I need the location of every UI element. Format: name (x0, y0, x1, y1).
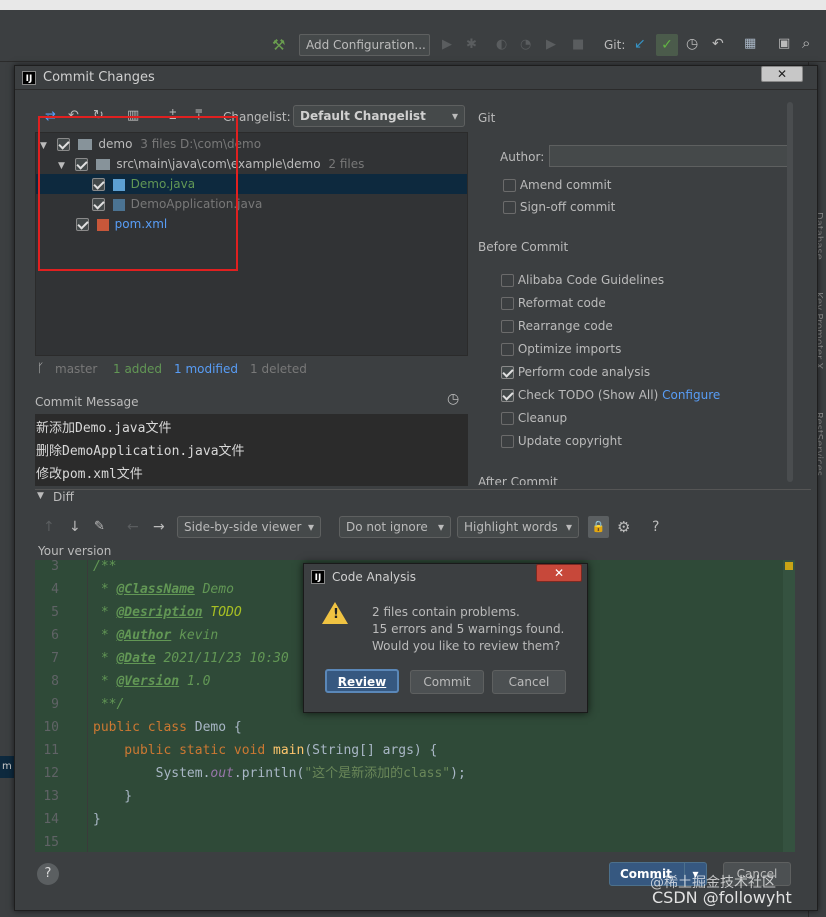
build-icon[interactable]: ⚒ (272, 36, 285, 54)
diff-collapse-icon[interactable]: ▼ (37, 491, 44, 501)
popup-message: 2 files contain problems. 15 errors and … (372, 605, 565, 653)
intellij-logo-icon: IJ (311, 570, 325, 584)
after-commit-title: After Commit (478, 475, 558, 485)
check-todo-option[interactable]: Check TODO (Show All) Configure (501, 385, 720, 408)
after-commit-clip: After Commit (478, 475, 808, 485)
reformat-checkbox[interactable] (501, 297, 514, 310)
sign-off-option[interactable]: Sign-off commit (503, 197, 615, 220)
commit-changes-dialog: IJ Commit Changes ✕ ⇄ ↶ ↻ ▥ ⩲ ⩱ Changeli… (14, 65, 818, 911)
git-update-icon[interactable]: ↙ (634, 36, 646, 52)
before-commit-title: Before Commit (478, 240, 569, 254)
message-history-icon[interactable]: ◷ (447, 391, 459, 407)
annotation-highlight-box (38, 116, 238, 271)
branch-name: master (55, 362, 98, 376)
editor-scrollbar[interactable] (783, 560, 795, 852)
inspection-marker[interactable] (785, 562, 793, 570)
attach-icon[interactable]: ▶ (546, 37, 556, 52)
code-analysis-dialog: IJ Code Analysis ✕ ! 2 files contain pro… (303, 563, 588, 713)
diff-title: Diff (53, 490, 74, 504)
configure-link[interactable]: Configure (662, 388, 720, 402)
alibaba-checkbox[interactable] (501, 274, 514, 287)
cleanup-checkbox[interactable] (501, 412, 514, 425)
review-button[interactable]: Review (325, 669, 399, 693)
cleanup-option[interactable]: Cleanup (501, 408, 567, 431)
popup-title: Code Analysis (332, 570, 416, 584)
added-count[interactable]: 1 added (113, 362, 162, 376)
copyright-checkbox[interactable] (501, 435, 514, 448)
prev-file-icon[interactable]: ← (127, 519, 139, 535)
rearrange-checkbox[interactable] (501, 320, 514, 333)
branch-icon: ᚴ (37, 361, 45, 375)
dialog-titlebar: IJ Commit Changes ✕ (15, 66, 817, 90)
popup-cancel-button[interactable]: Cancel (492, 670, 566, 694)
close-icon[interactable]: ✕ (536, 564, 582, 582)
lock-icon[interactable]: 🔒 (588, 516, 609, 538)
project-structure-icon[interactable]: ▦ (744, 36, 756, 51)
modified-count[interactable]: 1 modified (174, 362, 238, 376)
next-diff-icon[interactable]: ↓ (69, 519, 81, 535)
update-copyright-option[interactable]: Update copyright (501, 431, 622, 454)
edit-icon[interactable]: ✎ (94, 519, 105, 534)
amend-commit-option[interactable]: Amend commit (503, 175, 612, 198)
deleted-count[interactable]: 1 deleted (250, 362, 307, 376)
commit-message-input[interactable]: 新添加Demo.java文件 删除DemoApplication.java文件 … (35, 414, 468, 486)
author-label: Author: (500, 150, 545, 164)
layout-icon[interactable]: ▣ (778, 36, 790, 51)
popup-commit-button[interactable]: Commit (410, 670, 484, 694)
author-input[interactable] (549, 145, 789, 167)
check-todo-checkbox[interactable] (501, 389, 514, 402)
search-icon[interactable]: ⌕ (802, 34, 810, 52)
warning-exclaim: ! (333, 607, 339, 622)
viewer-mode-select[interactable]: Side-by-side viewer (177, 516, 321, 538)
sign-off-checkbox[interactable] (503, 201, 516, 214)
options-scrollbar[interactable] (787, 102, 793, 482)
next-file-icon[interactable]: → (153, 519, 165, 535)
gutter-line (87, 560, 88, 852)
intellij-logo-icon: IJ (22, 71, 36, 85)
history-icon[interactable]: ◷ (686, 36, 698, 52)
alibaba-option[interactable]: Alibaba Code Guidelines (501, 270, 664, 293)
stop-icon[interactable]: ■ (572, 37, 584, 52)
git-label: Git: (604, 38, 626, 52)
window-top-strip (0, 0, 826, 10)
line-numbers: 3 4 5 6 7 8 9 10 11 12 13 14 15 (43, 559, 59, 850)
commit-message-line: 删除DemoApplication.java文件 (36, 444, 245, 459)
amend-checkbox[interactable] (503, 179, 516, 192)
git-section-title: Git (478, 111, 496, 125)
ignore-mode-select[interactable]: Do not ignore (339, 516, 451, 538)
changelist-select[interactable]: Default Changelist (293, 105, 465, 127)
commit-message-line: 新添加Demo.java文件 (36, 421, 172, 436)
profile-icon[interactable]: ◔ (520, 37, 531, 52)
rollback-icon[interactable]: ↶ (712, 36, 724, 52)
prev-diff-icon[interactable]: ↑ (43, 519, 55, 535)
help-icon[interactable]: ? (652, 519, 659, 535)
ide-toolbar: ⚒ Add Configuration... ▶ ✱ ◐ ◔ ▶ ■ Git: … (0, 10, 826, 62)
reformat-option[interactable]: Reformat code (501, 293, 606, 316)
watermark-csdn: CSDN @followyht (652, 888, 792, 907)
optimize-checkbox[interactable] (501, 343, 514, 356)
code-analysis-option[interactable]: Perform code analysis (501, 362, 650, 385)
rearrange-option[interactable]: Rearrange code (501, 316, 613, 339)
left-edge-tab: m (0, 756, 14, 778)
commit-message-line: 修改pom.xml文件 (36, 467, 143, 482)
dialog-title: Commit Changes (43, 70, 155, 85)
run-icon[interactable]: ▶ (442, 37, 452, 52)
git-commit-icon[interactable]: ✓ (656, 34, 678, 56)
settings-gear-icon[interactable]: ⚙ (617, 518, 630, 536)
debug-icon[interactable]: ✱ (466, 37, 477, 52)
commit-message-label: Commit Message (35, 395, 139, 409)
close-icon[interactable]: ✕ (761, 66, 803, 82)
coverage-icon[interactable]: ◐ (496, 37, 507, 52)
add-configuration-button[interactable]: Add Configuration... (299, 34, 430, 56)
help-button[interactable]: ? (37, 863, 59, 885)
code-analysis-checkbox[interactable] (501, 366, 514, 379)
highlight-mode-select[interactable]: Highlight words (457, 516, 579, 538)
diff-separator (35, 489, 811, 490)
optimize-imports-option[interactable]: Optimize imports (501, 339, 621, 362)
